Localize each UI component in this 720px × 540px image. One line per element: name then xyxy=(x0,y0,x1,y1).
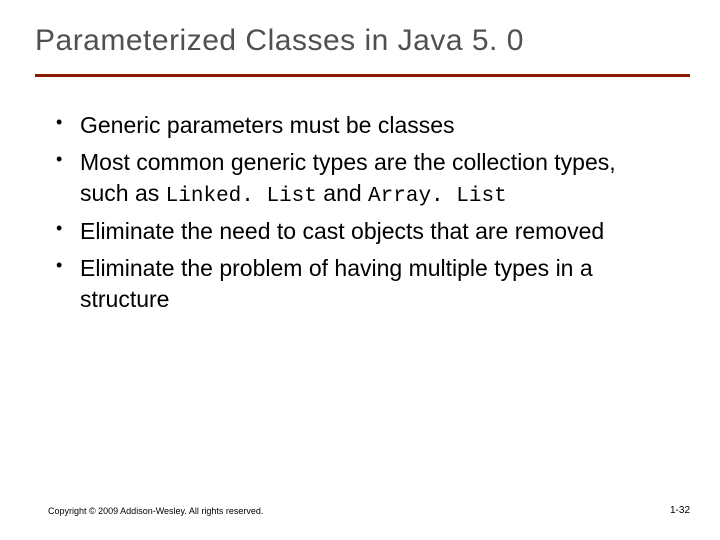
slide-body: Generic parameters must be classes Most … xyxy=(56,110,670,321)
footer-copyright: Copyright © 2009 Addison-Wesley. All rig… xyxy=(48,506,263,516)
list-item: Most common generic types are the collec… xyxy=(56,147,670,211)
list-item: Eliminate the problem of having multiple… xyxy=(56,253,670,317)
bullet-text: Generic parameters must be classes xyxy=(80,112,455,138)
list-item: Eliminate the need to cast objects that … xyxy=(56,216,670,249)
bullet-text: and xyxy=(317,180,368,206)
list-item: Generic parameters must be classes xyxy=(56,110,670,143)
slide-title: Parameterized Classes in Java 5. 0 xyxy=(35,24,685,58)
bullet-text: Eliminate the problem of having multiple… xyxy=(80,255,593,312)
slide: Parameterized Classes in Java 5. 0 Gener… xyxy=(0,0,720,540)
bullet-code: Array. List xyxy=(368,185,507,208)
bullet-text: Eliminate the need to cast objects that … xyxy=(80,218,604,244)
bullet-list: Generic parameters must be classes Most … xyxy=(56,110,670,317)
title-rule xyxy=(35,74,690,77)
footer-page-number: 1-32 xyxy=(670,505,690,516)
bullet-code: Linked. List xyxy=(166,185,317,208)
